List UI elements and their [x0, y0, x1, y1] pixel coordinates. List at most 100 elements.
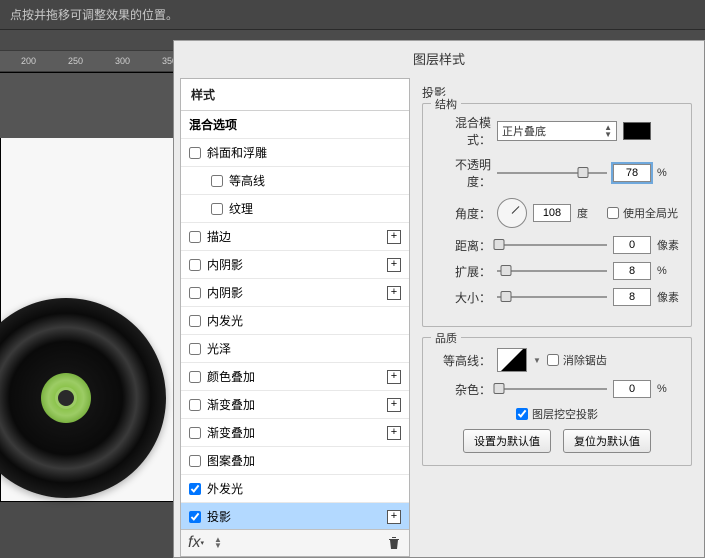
style-checkbox[interactable]: [189, 371, 201, 383]
angle-input[interactable]: [533, 204, 571, 222]
hint-text: 点按并拖移可调整效果的位置。: [10, 8, 178, 22]
style-checkbox[interactable]: [189, 483, 201, 495]
style-checkbox[interactable]: [189, 399, 201, 411]
blend-options-row[interactable]: 混合选项: [181, 111, 409, 139]
spread-unit: %: [657, 265, 681, 277]
opacity-unit: %: [657, 167, 681, 179]
arrows-icon[interactable]: ▲▼: [211, 536, 225, 550]
style-row[interactable]: 内阴影 +: [181, 251, 409, 279]
style-row[interactable]: 渐变叠加 +: [181, 391, 409, 419]
quality-legend: 品质: [431, 330, 461, 346]
style-checkbox[interactable]: [189, 315, 201, 327]
style-label: 描边: [207, 228, 231, 245]
style-row[interactable]: 内发光: [181, 307, 409, 335]
blend-mode-select[interactable]: 正片叠底▲▼: [497, 121, 617, 141]
size-unit: 像素: [657, 289, 681, 305]
spread-slider[interactable]: [497, 263, 607, 279]
style-row[interactable]: 纹理: [181, 195, 409, 223]
antialias-checkbox[interactable]: 消除锯齿: [547, 352, 607, 368]
settings-column: 投影 结构 混合模式： 正片叠底▲▼ 不透明度： % 角度：: [410, 76, 704, 557]
quality-fieldset: 品质 等高线： ▼ 消除锯齿 杂色： % 图层挖空投影 设置: [422, 337, 692, 466]
fx-icon[interactable]: fx▾: [189, 536, 203, 550]
style-checkbox[interactable]: [189, 343, 201, 355]
style-label: 内阴影: [207, 256, 243, 273]
style-label: 渐变叠加: [207, 424, 255, 441]
dialog-title: 图层样式: [174, 41, 704, 76]
style-row[interactable]: 渐变叠加 +: [181, 419, 409, 447]
opacity-slider[interactable]: [497, 165, 607, 181]
ruler-tick: 250: [52, 56, 99, 66]
ruler-tick: 300: [99, 56, 146, 66]
style-row[interactable]: 内阴影 +: [181, 279, 409, 307]
style-label: 纹理: [229, 200, 253, 217]
trash-icon[interactable]: [387, 536, 401, 550]
contour-swatch[interactable]: [497, 348, 527, 372]
angle-unit: 度: [577, 205, 601, 221]
style-row[interactable]: 描边 +: [181, 223, 409, 251]
style-label: 投影: [207, 508, 231, 525]
style-row[interactable]: 光泽: [181, 335, 409, 363]
structure-legend: 结构: [431, 96, 461, 112]
style-checkbox[interactable]: [211, 203, 223, 215]
styles-column: 样式 混合选项斜面和浮雕等高线纹理描边+内阴影+内阴影+内发光光泽颜色叠加+渐变…: [180, 78, 410, 557]
opacity-label: 不透明度：: [433, 156, 491, 190]
canvas-document[interactable]: [0, 72, 175, 502]
style-checkbox[interactable]: [189, 287, 201, 299]
style-row[interactable]: 外发光: [181, 475, 409, 503]
size-slider[interactable]: [497, 289, 607, 305]
style-checkbox[interactable]: [211, 175, 223, 187]
spread-label: 扩展：: [433, 263, 491, 280]
style-checkbox[interactable]: [189, 147, 201, 159]
style-checkbox[interactable]: [189, 259, 201, 271]
style-label: 斜面和浮雕: [207, 144, 267, 161]
add-effect-button[interactable]: +: [387, 258, 401, 272]
noise-unit: %: [657, 383, 681, 395]
global-light-checkbox[interactable]: 使用全局光: [607, 205, 678, 221]
ruler-tick: 200: [5, 56, 52, 66]
style-row[interactable]: 斜面和浮雕: [181, 139, 409, 167]
reset-default-button[interactable]: 复位为默认值: [563, 429, 651, 453]
distance-label: 距离：: [433, 237, 491, 254]
vinyl-artwork: [0, 298, 166, 498]
style-row[interactable]: 投影 +: [181, 503, 409, 529]
size-input[interactable]: [613, 288, 651, 306]
noise-slider[interactable]: [497, 381, 607, 397]
style-row[interactable]: 图案叠加: [181, 447, 409, 475]
style-label: 图案叠加: [207, 452, 255, 469]
structure-fieldset: 结构 混合模式： 正片叠底▲▼ 不透明度： % 角度：: [422, 103, 692, 327]
angle-label: 角度：: [433, 205, 491, 222]
style-checkbox[interactable]: [189, 231, 201, 243]
knockout-checkbox[interactable]: 图层挖空投影: [516, 406, 598, 422]
shadow-color-swatch[interactable]: [623, 122, 651, 140]
distance-input[interactable]: [613, 236, 651, 254]
styles-header: 样式: [181, 79, 409, 111]
add-effect-button[interactable]: +: [387, 370, 401, 384]
size-label: 大小：: [433, 289, 491, 306]
spread-input[interactable]: [613, 262, 651, 280]
add-effect-button[interactable]: +: [387, 230, 401, 244]
style-row[interactable]: 等高线: [181, 167, 409, 195]
style-checkbox[interactable]: [189, 455, 201, 467]
style-label: 渐变叠加: [207, 396, 255, 413]
contour-label: 等高线：: [433, 352, 491, 369]
add-effect-button[interactable]: +: [387, 510, 401, 524]
noise-input[interactable]: [613, 380, 651, 398]
style-label: 光泽: [207, 340, 231, 357]
distance-slider[interactable]: [497, 237, 607, 253]
style-label: 颜色叠加: [207, 368, 255, 385]
distance-unit: 像素: [657, 237, 681, 253]
angle-dial[interactable]: [497, 198, 527, 228]
style-row[interactable]: 颜色叠加 +: [181, 363, 409, 391]
add-effect-button[interactable]: +: [387, 286, 401, 300]
style-label: 等高线: [229, 172, 265, 189]
style-label: 内阴影: [207, 284, 243, 301]
add-effect-button[interactable]: +: [387, 398, 401, 412]
make-default-button[interactable]: 设置为默认值: [463, 429, 551, 453]
add-effect-button[interactable]: +: [387, 426, 401, 440]
section-title-shadow: 投影: [422, 84, 692, 101]
opacity-input[interactable]: [613, 164, 651, 182]
style-checkbox[interactable]: [189, 511, 201, 523]
layer-style-dialog: 图层样式 样式 混合选项斜面和浮雕等高线纹理描边 + 内阴影 + 内阴影 + 内发光光泽颜色…: [173, 40, 705, 558]
style-checkbox[interactable]: [189, 427, 201, 439]
style-label: 外发光: [207, 480, 243, 497]
